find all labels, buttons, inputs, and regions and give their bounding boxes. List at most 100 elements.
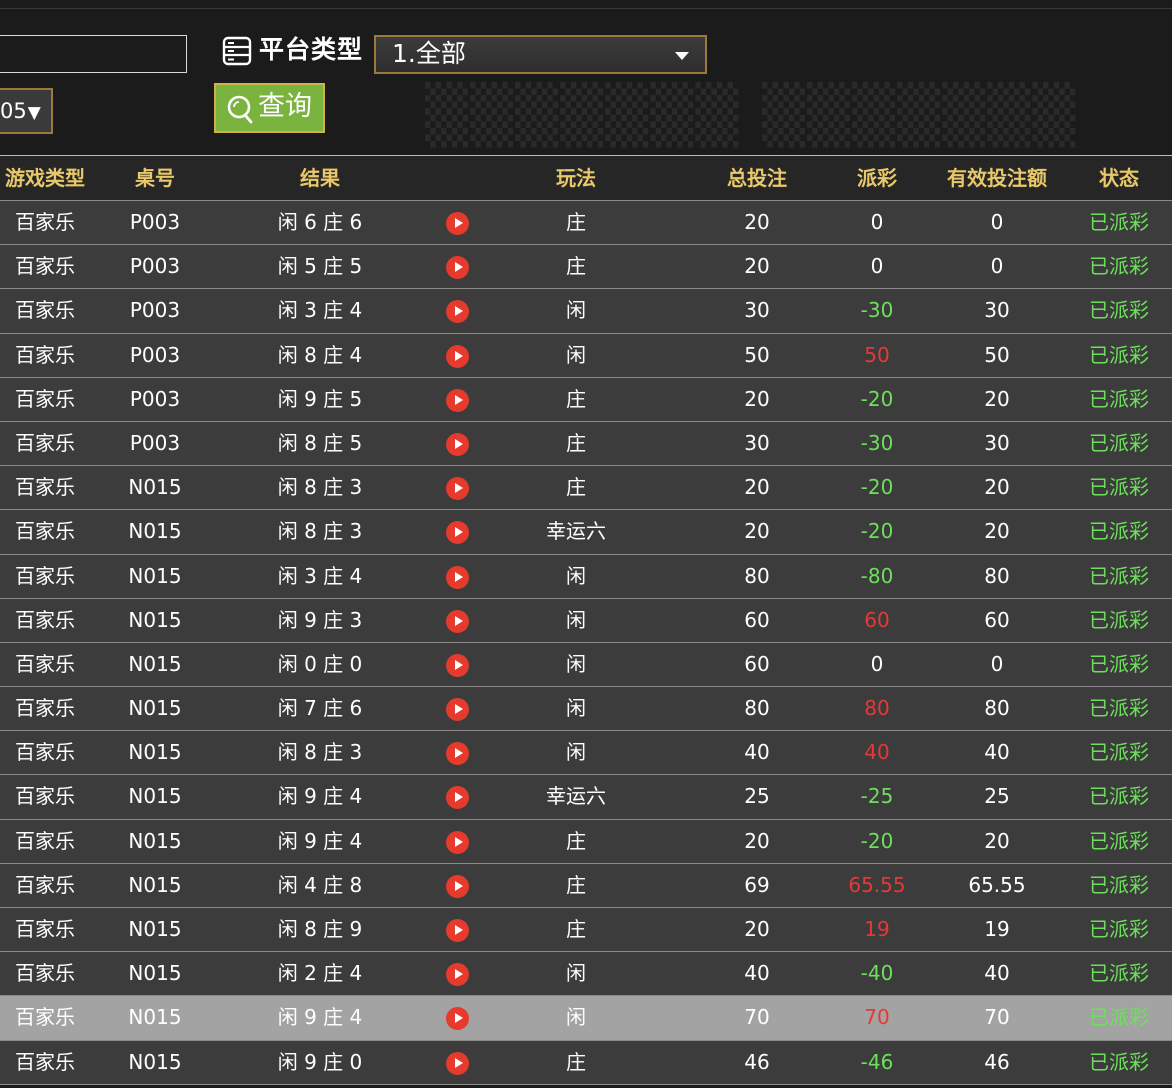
play-replay-icon[interactable] xyxy=(446,477,469,501)
platform-type-select[interactable]: 1.全部 xyxy=(374,35,707,74)
cell-game-type: 百家乐 xyxy=(15,563,75,588)
cell-table-no: P003 xyxy=(129,386,181,411)
table-row[interactable]: 百家乐 N015 闲 8 庄 9 庄 20 19 19 已派彩 xyxy=(0,908,1172,953)
cell-bet-mode: 庄 xyxy=(566,828,586,853)
table-row[interactable]: 百家乐 P003 闲 9 庄 5 庄 20 -20 20 已派彩 xyxy=(0,377,1172,422)
date-select[interactable]: 05▼ xyxy=(0,88,53,134)
play-replay-icon[interactable] xyxy=(446,344,469,368)
cell-game-type: 百家乐 xyxy=(15,1049,75,1074)
cell-total-bet: 50 xyxy=(744,342,770,367)
play-replay-icon[interactable] xyxy=(446,432,469,456)
cell-valid-bet: 0 xyxy=(990,210,1004,234)
table-header: 游戏类型 桌号 结果 玩法 总投注 派彩 有效投注额 状态 xyxy=(0,155,1172,201)
play-replay-icon[interactable] xyxy=(446,919,469,942)
table-row[interactable]: 百家乐 N015 闲 8 庄 3 庄 20 -20 20 已派彩 xyxy=(0,466,1172,511)
table-row[interactable]: 百家乐 P003 闲 8 庄 4 闲 50 50 50 已派彩 xyxy=(0,333,1172,378)
cell-payout: -80 xyxy=(860,563,894,588)
table-row[interactable]: 百家乐 N015 闲 8 庄 3 闲 40 40 40 已派彩 xyxy=(0,731,1172,776)
cell-total-bet: 30 xyxy=(744,298,770,323)
play-replay-icon[interactable] xyxy=(446,874,469,898)
table-row[interactable]: 百家乐 N015 闲 2 庄 4 闲 40 -40 40 已派彩 xyxy=(0,952,1172,997)
cell-game-type: 百家乐 xyxy=(15,607,75,632)
platform-type-label: 平台类型 xyxy=(259,35,364,64)
top-divider xyxy=(0,8,1172,9)
table-row[interactable]: 百家乐 P003 闲 8 庄 5 庄 30 -30 30 已派彩 xyxy=(0,421,1172,467)
table-row[interactable]: 百家乐 N015 闲 9 庄 3 闲 60 60 60 已派彩 xyxy=(0,598,1172,643)
table-row[interactable]: 百家乐 N015 闲 4 庄 8 庄 69 65.55 65.55 已派彩 xyxy=(0,863,1172,908)
play-replay-icon[interactable] xyxy=(446,1007,469,1031)
cell-result: 闲 6 庄 6 xyxy=(277,210,363,234)
table-row[interactable]: 百家乐 P003 闲 6 庄 6 庄 20 0 0 已派彩 xyxy=(0,201,1172,246)
cell-valid-bet: 0 xyxy=(990,254,1004,279)
cell-result: 闲 8 庄 5 xyxy=(277,430,363,455)
cell-bet-mode: 闲 xyxy=(566,563,586,588)
table-row[interactable]: 百家乐 N015 闲 9 庄 4 庄 20 -20 20 已派彩 xyxy=(0,819,1172,864)
cell-table-no: N015 xyxy=(128,961,182,986)
cell-payout: 19 xyxy=(864,917,890,941)
play-replay-icon[interactable] xyxy=(446,653,469,677)
header-status: 状态 xyxy=(1099,166,1139,190)
cell-valid-bet: 40 xyxy=(984,961,1010,986)
play-replay-icon[interactable] xyxy=(446,256,469,280)
cell-result: 闲 8 庄 3 xyxy=(277,519,363,544)
cell-total-bet: 60 xyxy=(744,607,770,632)
table-row[interactable]: 百家乐 N015 闲 0 庄 0 闲 60 0 0 已派彩 xyxy=(0,642,1172,688)
table-row[interactable]: 百家乐 P003 闲 3 庄 4 闲 30 -30 30 已派彩 xyxy=(0,289,1172,334)
table-row[interactable]: 百家乐 N015 闲 9 庄 4 闲 70 70 70 已派彩 xyxy=(0,996,1172,1041)
play-replay-icon[interactable] xyxy=(446,963,469,987)
cell-valid-bet: 70 xyxy=(984,1005,1010,1030)
cell-status: 已派彩 xyxy=(1089,254,1149,279)
cell-payout: -40 xyxy=(860,961,894,986)
cell-game-type: 百家乐 xyxy=(15,342,75,367)
header-game-type: 游戏类型 xyxy=(5,166,85,190)
cell-bet-mode: 庄 xyxy=(566,254,586,279)
table-row[interactable]: 百家乐 N015 闲 8 庄 3 幸运六 20 -20 20 已派彩 xyxy=(0,510,1172,555)
table-row[interactable]: 百家乐 N015 闲 3 庄 4 闲 80 -80 80 已派彩 xyxy=(0,554,1172,599)
cell-result: 闲 8 庄 9 xyxy=(277,917,363,941)
play-replay-icon[interactable] xyxy=(446,1051,469,1075)
cell-payout: 60 xyxy=(864,607,890,632)
cell-table-no: N015 xyxy=(128,563,182,588)
cell-game-type: 百家乐 xyxy=(15,651,75,676)
play-replay-icon[interactable] xyxy=(446,698,469,722)
cell-bet-mode: 庄 xyxy=(566,475,586,500)
table-row[interactable]: 百家乐 P003 闲 5 庄 5 庄 20 0 0 已派彩 xyxy=(0,245,1172,290)
play-replay-icon[interactable] xyxy=(446,830,469,854)
cell-result: 闲 0 庄 0 xyxy=(277,651,363,676)
cell-game-type: 百家乐 xyxy=(15,917,75,941)
cell-game-type: 百家乐 xyxy=(15,430,75,455)
cell-table-no: N015 xyxy=(128,696,182,721)
query-button[interactable]: 查询 xyxy=(214,83,325,133)
cell-payout: 0 xyxy=(870,210,884,234)
play-replay-icon[interactable] xyxy=(446,300,469,324)
table-row[interactable]: 百家乐 N015 闲 9 庄 4 幸运六 25 -25 25 已派彩 xyxy=(0,775,1172,820)
table-body: 百家乐 P003 闲 6 庄 6 庄 20 0 0 已派彩 百家乐 P003 闲 5 庄 5 庄 20 0… xyxy=(0,201,1172,1085)
search-icon xyxy=(227,95,253,124)
cell-game-type: 百家乐 xyxy=(15,475,75,500)
cell-total-bet: 20 xyxy=(744,828,770,853)
cell-status: 已派彩 xyxy=(1089,872,1149,897)
cell-status: 已派彩 xyxy=(1089,563,1149,588)
cell-valid-bet: 80 xyxy=(984,696,1010,721)
play-replay-icon[interactable] xyxy=(446,521,469,545)
play-replay-icon[interactable] xyxy=(446,742,469,766)
search-input[interactable] xyxy=(0,35,187,73)
table-row[interactable]: 百家乐 N015 闲 9 庄 0 庄 46 -46 46 已派彩 xyxy=(0,1040,1172,1085)
play-replay-icon[interactable] xyxy=(446,212,469,235)
cell-result: 闲 9 庄 5 xyxy=(277,386,363,411)
play-replay-icon[interactable] xyxy=(446,388,469,412)
cell-payout: 80 xyxy=(864,696,890,721)
cell-valid-bet: 20 xyxy=(984,386,1010,411)
cell-payout: -20 xyxy=(860,828,894,853)
table-row[interactable]: 百家乐 N015 闲 7 庄 6 闲 80 80 80 已派彩 xyxy=(0,687,1172,732)
cell-status: 已派彩 xyxy=(1089,386,1149,411)
cell-bet-mode: 庄 xyxy=(566,872,586,897)
cell-bet-mode: 闲 xyxy=(566,298,586,323)
cell-status: 已派彩 xyxy=(1089,607,1149,632)
play-replay-icon[interactable] xyxy=(446,786,469,810)
play-replay-icon[interactable] xyxy=(446,565,469,589)
cell-result: 闲 7 庄 6 xyxy=(277,696,363,721)
play-replay-icon[interactable] xyxy=(446,609,469,633)
cell-table-no: N015 xyxy=(128,651,182,676)
cell-total-bet: 20 xyxy=(744,386,770,411)
